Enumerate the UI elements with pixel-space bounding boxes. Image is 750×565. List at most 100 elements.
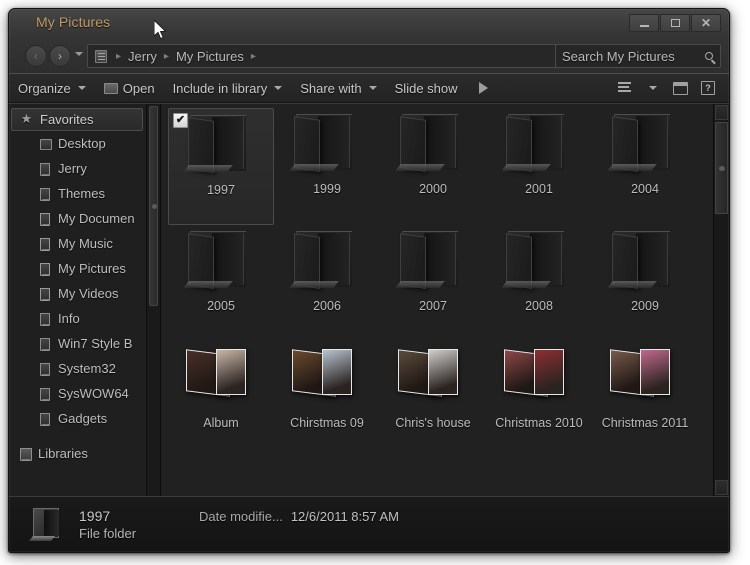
music-folder-icon [39,237,51,251]
sidebar-item-my-music[interactable]: My Music [9,231,146,256]
sidebar-item-system32[interactable]: System32 [9,356,146,381]
documents-folder-icon [39,212,51,226]
sidebar-item-win7-style-b[interactable]: Win7 Style B [9,331,146,356]
file-tile-label: 2009 [631,299,659,313]
file-tile[interactable]: Chris's house [380,342,486,459]
sidebar-item-info[interactable]: Info [9,306,146,331]
file-tile[interactable]: ✔ 1997 [168,108,274,225]
close-button[interactable]: ✕ [691,14,721,32]
maximize-button[interactable] [660,14,690,32]
sidebar-item-label: SysWOW64 [58,386,129,401]
sidebar-item-gadgets[interactable]: Gadgets [9,406,146,431]
folder-icon [394,112,472,178]
photo-folder-icon [288,346,366,412]
file-tile[interactable]: Album [168,342,274,459]
sidebar-item-jerry[interactable]: Jerry [9,156,146,181]
sidebar-item-my-videos[interactable]: My Videos [9,281,146,306]
folder-icon [39,312,51,326]
file-tile[interactable]: Christmas 2010 [486,342,592,459]
details-date-label: Date modifie... [199,509,283,524]
forward-button[interactable]: › [49,45,71,67]
help-button[interactable]: ? [695,76,721,100]
sidebar-item-my-documents[interactable]: My Documen [9,206,146,231]
file-tile[interactable]: 2009 [592,225,698,342]
file-tile[interactable]: 2008 [486,225,592,342]
file-tile-label: 2005 [207,299,235,313]
file-tile[interactable]: Chirstmas 09 [274,342,380,459]
sidebar-item-label: My Pictures [58,261,126,276]
navigation-scrollbar[interactable] [146,104,160,496]
slide-show-button[interactable]: Slide show [386,75,467,101]
file-tile[interactable]: Christmas 2011 [592,342,698,459]
file-tile[interactable]: 2005 [168,225,274,342]
file-list-scrollbar-thumb[interactable] [715,122,728,214]
minimize-button[interactable] [629,14,659,32]
open-button[interactable]: Open [95,75,164,101]
file-list-pane[interactable]: ✔ 1997 1999 2000 2001 2004 2005 2006 2007 2008 200… [162,104,729,496]
share-with-button[interactable]: Share with [291,75,385,101]
preview-pane-button[interactable] [667,76,693,100]
share-with-label: Share with [300,80,362,96]
search-placeholder: Search My Pictures [562,48,675,64]
file-tile-label: Christmas 2010 [495,416,583,430]
sidebar-item-label: Libraries [38,446,88,461]
change-view-dropdown[interactable] [639,76,665,100]
recent-locations-chevron-icon[interactable] [75,52,83,56]
file-tile[interactable]: 2006 [274,225,380,342]
file-tile-label: Album [203,416,239,430]
folder-icon [182,113,260,179]
back-button[interactable]: ‹ [25,45,47,67]
file-list-scrollbar[interactable] [713,104,729,496]
breadcrumb-item-jerry[interactable]: Jerry [125,49,160,64]
search-input[interactable]: Search My Pictures [555,44,721,68]
file-tile[interactable]: 2000 [380,108,486,225]
slide-show-label: Slide show [394,80,458,96]
photo-folder-icon [182,346,260,412]
sidebar-item-label: Favorites [40,112,94,127]
explorer-window: My Pictures ✕ ‹ › ▸ Jerry ▸ My Pictures … [8,8,730,553]
change-view-button[interactable] [611,76,637,100]
file-tile[interactable]: 2004 [592,108,698,225]
photo-folder-icon [500,346,578,412]
include-in-library-button[interactable]: Include in library [164,75,292,101]
file-tile[interactable]: 1999 [274,108,380,225]
breadcrumb[interactable]: ▸ Jerry ▸ My Pictures ▸ [87,44,557,68]
file-tile[interactable]: 2001 [486,108,592,225]
sidebar-item-desktop[interactable]: Desktop [9,131,146,156]
file-tile-label: 2007 [419,299,447,313]
file-tile-label: 2001 [525,182,553,196]
sidebar-item-libraries[interactable]: Libraries [9,441,146,466]
sidebar-item-my-pictures[interactable]: My Pictures [9,256,146,281]
address-bar-row: ‹ › ▸ Jerry ▸ My Pictures ▸ ✳ Search My … [9,39,729,73]
breadcrumb-separator-1[interactable]: ▸ [160,51,173,62]
file-tile[interactable]: 2007 [380,225,486,342]
sidebar-item-favorites[interactable]: ★ Favorites [11,108,143,131]
sidebar-item-label: Jerry [58,161,87,176]
command-bar: Organize Open Include in library Share w… [9,73,729,103]
breadcrumb-separator-2[interactable]: ▸ [247,51,260,62]
folder-icon [500,112,578,178]
sidebar-item-syswow64[interactable]: SysWOW64 [9,381,146,406]
overflow-chevron-icon[interactable] [478,82,488,94]
sidebar-item-label: Themes [58,186,105,201]
preview-pane-icon [672,81,688,95]
sidebar-item-themes[interactable]: Themes [9,181,146,206]
navigation-scrollbar-thumb[interactable] [149,106,158,306]
file-tile-label: 1997 [207,183,235,197]
photo-folder-icon [606,346,684,412]
scroll-down-arrow-icon[interactable] [715,480,728,495]
close-icon: ✕ [700,16,712,30]
view-options-icon [617,82,631,94]
folder-icon [39,387,51,401]
details-pane: 1997 Date modifie... 12/6/2011 8:57 AM F… [9,496,729,552]
organize-button[interactable]: Organize [9,75,95,101]
selection-checkbox[interactable]: ✔ [173,113,188,128]
navigation-list: ★ Favorites Desktop Jerry Themes My Docu… [9,104,146,496]
breadcrumb-item-my-pictures[interactable]: My Pictures [173,49,247,64]
sidebar-item-label: My Music [58,236,113,251]
file-tile-label: 2004 [631,182,659,196]
scroll-up-arrow-icon[interactable] [715,105,728,120]
file-tile-label: 1999 [313,182,341,196]
title-bar[interactable]: My Pictures ✕ [9,9,729,39]
sidebar-item-label: Info [58,311,80,326]
